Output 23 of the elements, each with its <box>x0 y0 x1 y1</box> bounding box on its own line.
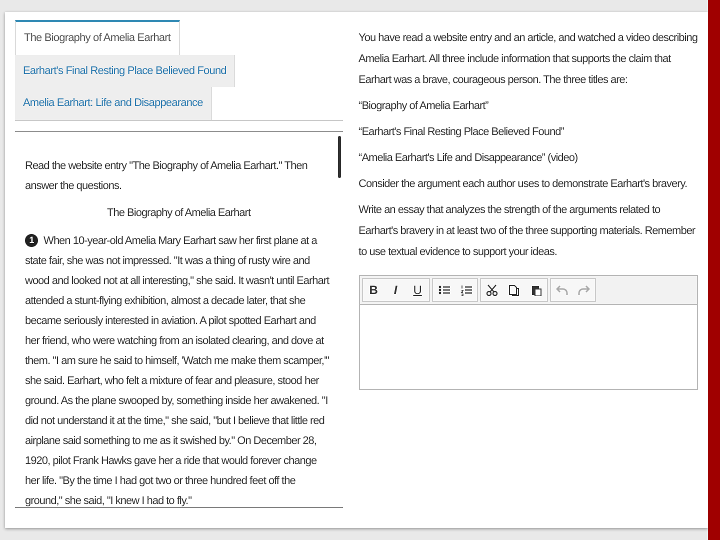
underline-button[interactable]: U <box>406 279 429 301</box>
prompt-text: “Earhart's Final Resting Place Believed Found” <box>358 125 565 140</box>
prompt-text: “Amelia Earhart's Life and Disappearance” (video) <box>358 151 579 166</box>
tab[interactable]: The Biography of Amelia Earhart <box>15 20 180 54</box>
prompt-text: Write an essay that analyzes the strength of the arguments related to Earhart's bravery in at least two of the three supporting materials. Remember to use textual evidence to support your ideas. <box>358 203 696 260</box>
instruction-text: Read the website entry "The Biography of Amelia Earhart." Then answer the questions. <box>25 158 308 194</box>
tab[interactable]: Amelia Earhart: Life and Disappearance <box>15 87 212 120</box>
scrollbar-thumb[interactable] <box>338 136 341 178</box>
numbered-list-icon <box>460 284 472 296</box>
bulleted-list-icon <box>438 284 450 296</box>
paragraph-text: 1 When 10-year-old Amelia Mary Earhart saw her first plane at a state fair, she was not impressed. "It was a thing of rusty wire and wood and looked not at all interesting," she said. It wasn't until Earhart attended a stunt-flying exhibition, almost a decade later, that she became seriously interested in aviation. A pilot spotted Earhart and her friend, who were watching from an isolated clearing, and dove at them. "I am sure he said to himself, 'Watch me make them scamper,'" she said. Earhart, who felt a mixture of fear and pleasure, stood her ground. As the plane swooped by, something inside her awakened. "I did not understand it at the time," she said, "but I believe that little red airplane said something to me as it swished by." On December 28, 1920, pilot Frank Hawks gave her a ride that would forever change her life. "By the time I had got two or three hundred feet off the ground," she said, "I knew I had to fly." <box>25 232 330 506</box>
copy-icon <box>508 284 520 296</box>
bold-button[interactable]: B <box>362 279 385 301</box>
prompt-text: “Biography of Amelia Earhart” <box>358 99 490 114</box>
scissors-icon <box>486 284 498 296</box>
undo-icon <box>556 284 568 296</box>
prompt-text: You have read a website entry and an article, and watched a video describing Amelia Earhart. All three include information that supports the claim that Earhart was a brave, courageous person. The three titles are: <box>358 31 698 88</box>
paste-icon <box>530 284 542 296</box>
italic-button[interactable]: I <box>384 279 407 301</box>
redo-icon <box>578 284 590 296</box>
tab[interactable]: Earhart's Final Resting Place Believed Found <box>15 54 236 87</box>
prompt-text: Consider the argument each author uses to demonstrate Earhart's bravery. <box>358 177 688 192</box>
passage-title: The Biography of Amelia Earhart <box>106 206 252 220</box>
